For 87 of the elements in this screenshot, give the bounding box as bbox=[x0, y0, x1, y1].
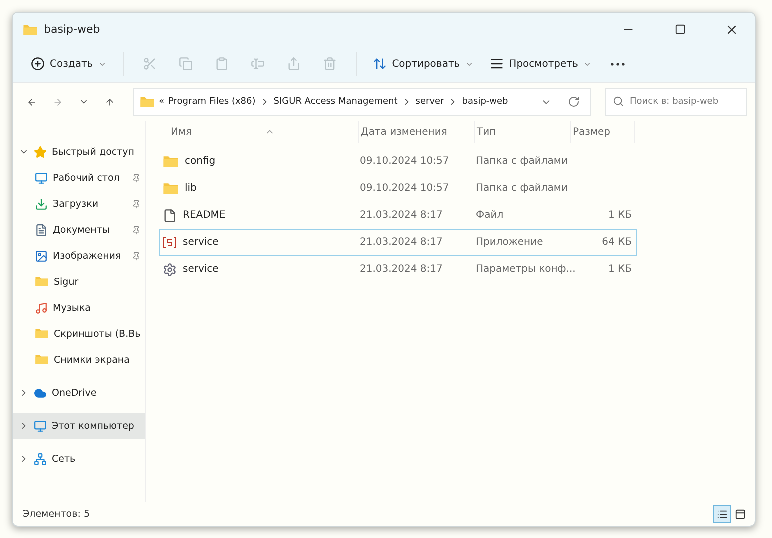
folder-icon bbox=[35, 276, 49, 288]
column-header[interactable]: Имя bbox=[159, 121, 359, 143]
plus-icon bbox=[31, 57, 45, 71]
sidebar-item[interactable]: Изображения bbox=[13, 243, 145, 269]
type-cell-text: Файл bbox=[476, 210, 505, 221]
sidebar-item[interactable]: Сеть bbox=[13, 446, 145, 472]
copy-icon bbox=[179, 57, 194, 71]
folder-icon bbox=[140, 96, 155, 108]
size-cell-text: 64 КБ bbox=[601, 237, 633, 248]
cloud-icon bbox=[34, 386, 47, 400]
file-name: service bbox=[183, 264, 219, 275]
size-cell-text: 1 КБ bbox=[607, 210, 633, 221]
sort-button[interactable]: Сортировать bbox=[367, 50, 480, 78]
pin-icon bbox=[132, 174, 141, 182]
trash-icon bbox=[323, 57, 338, 71]
folder-icon bbox=[163, 155, 179, 168]
column-header[interactable]: Дата изменения bbox=[359, 121, 475, 143]
sidebar-item[interactable]: Музыка bbox=[13, 295, 145, 321]
sidebar-item[interactable]: OneDrive bbox=[13, 380, 145, 406]
file-name: config bbox=[185, 156, 216, 167]
sidebar-item[interactable]: Снимки экрана bbox=[13, 347, 145, 373]
sidebar-item[interactable]: Загрузки bbox=[13, 191, 145, 217]
view-button[interactable]: Просмотреть bbox=[484, 50, 598, 78]
file-row[interactable]: config 09.10.2024 10:57 Папка с файлами bbox=[159, 148, 637, 175]
music-icon bbox=[35, 302, 48, 314]
date-cell-text: 21.03.2024 8:17 bbox=[360, 237, 444, 248]
new-button[interactable]: Создать bbox=[25, 50, 114, 78]
address-bar[interactable]: « Program Files (x86) SIGUR Access Management server basip-web bbox=[133, 88, 591, 116]
network-icon bbox=[34, 452, 47, 466]
sidebar-item[interactable]: Sigur bbox=[13, 269, 145, 295]
type-cell-text: Папка с файлами bbox=[476, 183, 569, 194]
file-name: README bbox=[183, 210, 226, 221]
file-icon bbox=[163, 208, 177, 222]
application-icon bbox=[163, 236, 177, 250]
tiles-icon bbox=[734, 508, 746, 520]
column-header[interactable]: Размер bbox=[571, 121, 635, 143]
pictures-icon bbox=[35, 250, 48, 262]
paste-icon bbox=[215, 57, 230, 71]
file-name: lib bbox=[185, 182, 197, 194]
file-row[interactable]: README 21.03.2024 8:17 Файл 1 КБ bbox=[159, 202, 637, 229]
search-field[interactable]: Поиск в: basip-web bbox=[605, 88, 747, 116]
file-row[interactable]: service 21.03.2024 8:17 Приложение 64 КБ bbox=[159, 229, 637, 256]
computer-icon bbox=[34, 420, 47, 432]
type-cell-text: Приложение bbox=[476, 237, 544, 248]
settings-file-icon bbox=[163, 262, 177, 276]
refresh-icon[interactable] bbox=[568, 96, 580, 108]
file-row[interactable]: service 21.03.2024 8:17 Параметры конф... 1 КБ bbox=[159, 256, 637, 283]
date-cell-text: 09.10.2024 10:57 bbox=[360, 183, 450, 194]
sidebar-item[interactable]: Документы bbox=[13, 217, 145, 243]
path-crumb[interactable]: server bbox=[416, 97, 444, 107]
cut-icon bbox=[143, 57, 158, 71]
search-icon bbox=[613, 96, 624, 107]
type-cell-text: Папка с файлами bbox=[476, 156, 569, 167]
path-crumb[interactable]: SIGUR Access Management bbox=[274, 97, 398, 107]
sort-icon bbox=[373, 57, 388, 71]
star-icon bbox=[34, 146, 47, 158]
download-icon bbox=[35, 198, 48, 210]
date-cell-text: 21.03.2024 8:17 bbox=[360, 264, 444, 275]
item-count: Элементов: 5 bbox=[23, 508, 91, 520]
folder-icon bbox=[163, 182, 179, 195]
overflow-crumb[interactable]: « bbox=[159, 97, 165, 107]
folder-icon bbox=[35, 354, 49, 366]
date-cell-text: 09.10.2024 10:57 bbox=[360, 156, 450, 167]
folder-icon bbox=[23, 24, 38, 36]
desktop-icon bbox=[35, 172, 48, 184]
maximize-icon bbox=[674, 24, 686, 35]
path-crumb[interactable]: Program Files (x86) bbox=[168, 97, 256, 107]
file-row[interactable]: lib 09.10.2024 10:57 Папка с файлами bbox=[159, 175, 637, 202]
folder-icon bbox=[35, 328, 49, 340]
window-title: basip-web bbox=[44, 23, 102, 36]
sidebar-item[interactable]: Скриншоты (B.Вь bbox=[13, 321, 145, 347]
pin-icon bbox=[132, 252, 141, 260]
file-name: service bbox=[183, 237, 219, 248]
sidebar-item[interactable]: Этот компьютер bbox=[13, 413, 145, 439]
rename-icon bbox=[251, 57, 266, 71]
sidebar-item[interactable]: Быстрый доступ bbox=[13, 139, 145, 165]
document-icon bbox=[35, 224, 48, 236]
pin-icon bbox=[132, 226, 141, 234]
share-icon bbox=[287, 57, 302, 71]
sidebar-item[interactable]: Рабочий стол bbox=[13, 165, 145, 191]
pin-icon bbox=[132, 200, 141, 208]
details-view-button[interactable] bbox=[713, 505, 731, 523]
date-cell-text: 21.03.2024 8:17 bbox=[360, 210, 444, 221]
more-icon bbox=[611, 62, 626, 66]
path-crumb[interactable]: basip-web bbox=[462, 97, 508, 107]
lines-icon bbox=[490, 57, 504, 71]
column-header[interactable]: Тип bbox=[475, 121, 571, 143]
